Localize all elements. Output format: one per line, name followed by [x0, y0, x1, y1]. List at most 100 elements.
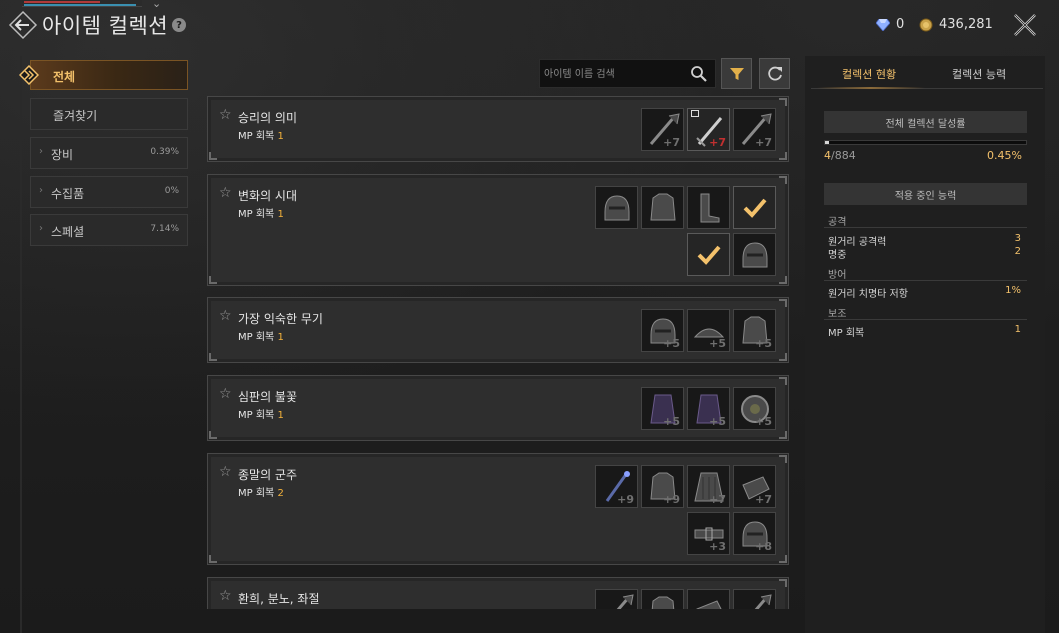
collection-item-slot[interactable]: +5: [733, 387, 776, 430]
weapon-item-icon: [616, 594, 634, 609]
favorite-star-icon[interactable]: ☆: [219, 464, 232, 480]
collection-status-panel: 컬렉션 현황 컬렉션 능력 전체 컬렉션 달성률 4/884 0.45% 적용 …: [805, 56, 1045, 633]
collection-card[interactable]: ☆ 승리의 의미 MP 회복 1 +7 +7 +7: [207, 96, 789, 162]
collection-item-slot[interactable]: +5: [687, 387, 730, 430]
corner-ornament: [779, 579, 787, 587]
collection-item-slot[interactable]: [687, 186, 730, 229]
favorite-star-icon[interactable]: ☆: [219, 308, 232, 324]
collection-item-slot[interactable]: +9: [595, 465, 638, 508]
collection-item-slot[interactable]: [733, 233, 776, 276]
refresh-button[interactable]: [759, 58, 790, 89]
sidebar-item-percent: 0%: [164, 186, 179, 196]
enhancement-level: +7: [709, 136, 726, 149]
sidebar-item-equipment[interactable]: › 장비 0.39%: [30, 137, 188, 169]
filter-button[interactable]: [721, 58, 752, 89]
effect-value: 2: [277, 488, 284, 499]
divider: [824, 280, 1027, 281]
ability-category: 보조: [828, 309, 847, 320]
overall-progress-label: 전체 컬렉션 달성률: [824, 111, 1027, 133]
diamond-icon: [876, 18, 890, 31]
favorite-star-icon[interactable]: ☆: [219, 185, 232, 201]
collection-card[interactable]: ☆ 가장 익숙한 무기 MP 회복 1 +5 +5 +5: [207, 297, 789, 363]
collection-item-slot[interactable]: +5: [641, 309, 684, 352]
collection-item-slot[interactable]: [595, 186, 638, 229]
enhancement-level: +5: [755, 337, 772, 350]
favorite-star-icon[interactable]: ☆: [219, 386, 232, 402]
enhancement-level: +9: [617, 493, 634, 506]
collection-item-slot[interactable]: [687, 233, 730, 276]
active-tab-indicator: [817, 87, 925, 89]
tab-collection-status[interactable]: 컬렉션 현황: [842, 66, 896, 82]
lock-tag-icon: [691, 110, 699, 117]
collection-item-slot[interactable]: +9: [641, 465, 684, 508]
search-box: [539, 59, 716, 88]
collection-item-slot[interactable]: +5: [687, 309, 730, 352]
enhancement-level: +8: [755, 540, 772, 553]
gauntlet-item-icon: [696, 600, 722, 609]
collection-item-slot[interactable]: [733, 186, 776, 229]
collection-item-slot[interactable]: +5: [733, 309, 776, 352]
sidebar-item-favorites[interactable]: 즐겨찾기: [30, 98, 188, 130]
collection-card[interactable]: ☆ 변화의 시대 MP 회복 1: [207, 174, 789, 286]
active-abilities-label: 적용 중인 능력: [824, 183, 1027, 205]
sidebar-item-label: 스페셜: [51, 225, 85, 239]
checkmark-icon: [697, 245, 721, 265]
collection-effect: MP 회복 1: [238, 127, 284, 142]
sidebar-item-special[interactable]: › 스페셜 7.14%: [30, 214, 188, 246]
collection-item-slot[interactable]: [733, 589, 776, 609]
enhancement-level: +5: [709, 415, 726, 428]
chevron-right-icon: ›: [39, 223, 43, 234]
corner-ornament: [779, 431, 787, 439]
help-icon[interactable]: ?: [172, 18, 186, 32]
corner-ornament: [209, 152, 217, 160]
collection-item-slot[interactable]: [595, 589, 638, 609]
armor-item-icon: [650, 193, 676, 221]
collection-item-slot[interactable]: +7: [687, 108, 730, 151]
effect-label: MP 회복: [238, 209, 275, 220]
collection-card[interactable]: ☆ 종말의 군주 MP 회복 2 +9 +9 +7 +7 +3 +8: [207, 453, 789, 565]
corner-ornament: [209, 431, 217, 439]
tab-collection-ability[interactable]: 컬렉션 능력: [952, 66, 1006, 82]
sidebar-item-percent: 0.39%: [150, 147, 179, 157]
collection-item-slot[interactable]: +5: [641, 387, 684, 430]
collection-card[interactable]: ☆ 심판의 불꽃 MP 회복 1 +5 +5 +5: [207, 375, 789, 441]
collection-item-slot[interactable]: +7: [733, 108, 776, 151]
close-button[interactable]: [1012, 12, 1038, 38]
favorite-star-icon[interactable]: ☆: [219, 107, 232, 123]
chevron-down-icon[interactable]: ⌄: [152, 0, 161, 10]
close-icon: [1014, 14, 1036, 36]
checkmark-icon: [743, 198, 767, 218]
collection-item-slot[interactable]: +7: [641, 108, 684, 151]
effect-label: MP 회복: [238, 332, 275, 343]
enhancement-level: +7: [663, 136, 680, 149]
collection-item-slot[interactable]: [641, 589, 684, 609]
collection-card[interactable]: ☆ 환희, 분노, 좌절 MP 회복 2: [207, 577, 789, 609]
search-input[interactable]: [544, 65, 684, 83]
collection-item-slot[interactable]: +8: [733, 512, 776, 555]
filter-icon: [729, 67, 744, 80]
collection-effect: MP 회복 1: [238, 406, 284, 421]
collection-name: 승리의 의미: [238, 111, 298, 125]
search-icon[interactable]: [690, 65, 708, 83]
progress-count: 4/884: [824, 149, 856, 162]
sidebar-item-label: 수집품: [51, 187, 85, 201]
back-button[interactable]: [8, 10, 38, 40]
ability-value: 3: [1014, 233, 1021, 244]
sidebar-item-collectibles[interactable]: › 수집품 0%: [30, 176, 188, 208]
collection-item-slot[interactable]: [641, 186, 684, 229]
divider: [824, 319, 1027, 320]
sidebar-item-all[interactable]: 전체: [19, 60, 188, 90]
favorite-star-icon[interactable]: ☆: [219, 588, 232, 604]
ability-value: 1: [1014, 324, 1021, 335]
corner-ornament: [779, 377, 787, 385]
collection-item-slot[interactable]: +7: [687, 465, 730, 508]
mp-bar: [24, 4, 136, 6]
collection-item-slot[interactable]: +7: [733, 465, 776, 508]
collection-list: ☆ 승리의 의미 MP 회복 1 +7 +7 +7 ☆ 변화의 시대 MP 회복 1 …: [207, 96, 790, 609]
effect-value: 1: [277, 131, 284, 142]
collection-item-slot[interactable]: [687, 589, 730, 609]
gold-coin-icon: [919, 18, 933, 31]
collection-item-slot[interactable]: +3: [687, 512, 730, 555]
hp-bar: [24, 1, 100, 3]
ability-value: 1%: [1005, 285, 1021, 296]
